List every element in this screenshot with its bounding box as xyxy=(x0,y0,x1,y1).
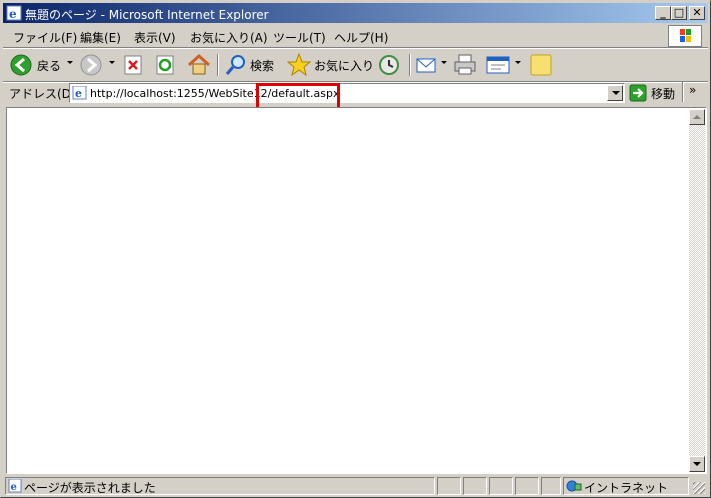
favorites-star-icon[interactable] xyxy=(286,52,312,78)
status-pane-4 xyxy=(515,477,539,495)
menu-help[interactable]: ヘルプ(H) xyxy=(334,29,388,46)
back-dropdown-icon[interactable] xyxy=(67,61,73,64)
toolbar-separator xyxy=(217,54,219,76)
search-icon[interactable] xyxy=(223,52,249,78)
address-label: アドレス(D) xyxy=(9,87,76,101)
edit-dropdown-icon[interactable] xyxy=(515,61,521,64)
svg-text:e: e xyxy=(75,87,82,100)
favorites-label[interactable]: お気に入り xyxy=(314,57,374,74)
search-label[interactable]: 検索 xyxy=(250,57,274,74)
forward-dropdown-icon[interactable] xyxy=(109,61,115,64)
go-button-label[interactable]: 移動 xyxy=(651,85,675,102)
svg-text:e: e xyxy=(11,482,17,493)
page-content[interactable] xyxy=(6,107,707,474)
messenger-icon[interactable] xyxy=(528,52,554,78)
page-done-icon: e xyxy=(8,479,22,493)
menu-file[interactable]: ファイル(F) xyxy=(13,29,77,46)
standard-toolbar: 戻る 検索 お気に入り xyxy=(3,49,708,81)
address-input[interactable]: e http://localhost:1255/WebSite12/defaul… xyxy=(69,83,625,103)
go-arrow-icon[interactable] xyxy=(629,84,647,102)
forward-arrow-icon[interactable] xyxy=(79,52,103,78)
vertical-scrollbar[interactable] xyxy=(689,109,705,472)
intranet-zone-icon xyxy=(566,480,582,492)
status-pane-3 xyxy=(489,477,513,495)
toolbar-separator-2 xyxy=(409,54,411,76)
address-separator xyxy=(682,82,684,102)
ie-icon: e xyxy=(6,5,22,21)
menu-edit[interactable]: 編集(E) xyxy=(80,29,121,46)
menu-view[interactable]: 表示(V) xyxy=(134,29,176,46)
address-bar: アドレス(D) e http://localhost:1255/WebSite1… xyxy=(3,82,708,104)
refresh-icon[interactable] xyxy=(155,52,177,78)
back-label[interactable]: 戻る xyxy=(37,57,61,74)
print-icon[interactable] xyxy=(452,52,478,78)
history-icon[interactable] xyxy=(376,52,402,78)
links-chevron[interactable]: » xyxy=(689,83,696,97)
browser-window: e 無題のページ - Microsoft Internet Explorer _… xyxy=(0,0,711,498)
status-text: ページが表示されました xyxy=(24,481,156,495)
zone-label: イントラネット xyxy=(584,481,669,495)
resize-grip[interactable] xyxy=(693,482,705,494)
address-dropdown-button[interactable] xyxy=(607,85,623,101)
status-pane-5 xyxy=(541,477,561,495)
title-bar[interactable]: e 無題のページ - Microsoft Internet Explorer _… xyxy=(3,3,708,23)
scroll-down-button[interactable] xyxy=(689,456,705,472)
back-arrow-icon[interactable] xyxy=(9,52,33,78)
status-zone-pane: イントラネット xyxy=(563,477,689,495)
svg-text:e: e xyxy=(9,7,17,21)
stop-icon[interactable] xyxy=(123,52,145,78)
edit-icon[interactable] xyxy=(485,52,511,78)
status-pane-2 xyxy=(463,477,487,495)
windows-logo-icon xyxy=(668,25,702,47)
maximize-button[interactable]: □ xyxy=(671,6,687,20)
mail-dropdown-icon[interactable] xyxy=(441,61,447,64)
home-icon[interactable] xyxy=(186,52,212,78)
menu-favorites[interactable]: お気に入り(A) xyxy=(190,29,268,46)
status-pane-1 xyxy=(437,477,461,495)
scroll-up-button[interactable] xyxy=(689,109,705,125)
menu-bar: ファイル(F) 編集(E) 表示(V) お気に入り(A) ツール(T) ヘルプ(… xyxy=(3,25,708,47)
window-title: 無題のページ - Microsoft Internet Explorer xyxy=(25,8,269,22)
close-button[interactable]: ✕ xyxy=(689,6,705,20)
mail-icon[interactable] xyxy=(415,52,439,78)
menu-tools[interactable]: ツール(T) xyxy=(273,29,326,46)
status-main-pane: e ページが表示されました xyxy=(5,477,435,495)
minimize-button[interactable]: _ xyxy=(655,6,671,20)
status-bar: e ページが表示されました イントラネット xyxy=(3,476,708,496)
page-icon: e xyxy=(72,86,87,100)
